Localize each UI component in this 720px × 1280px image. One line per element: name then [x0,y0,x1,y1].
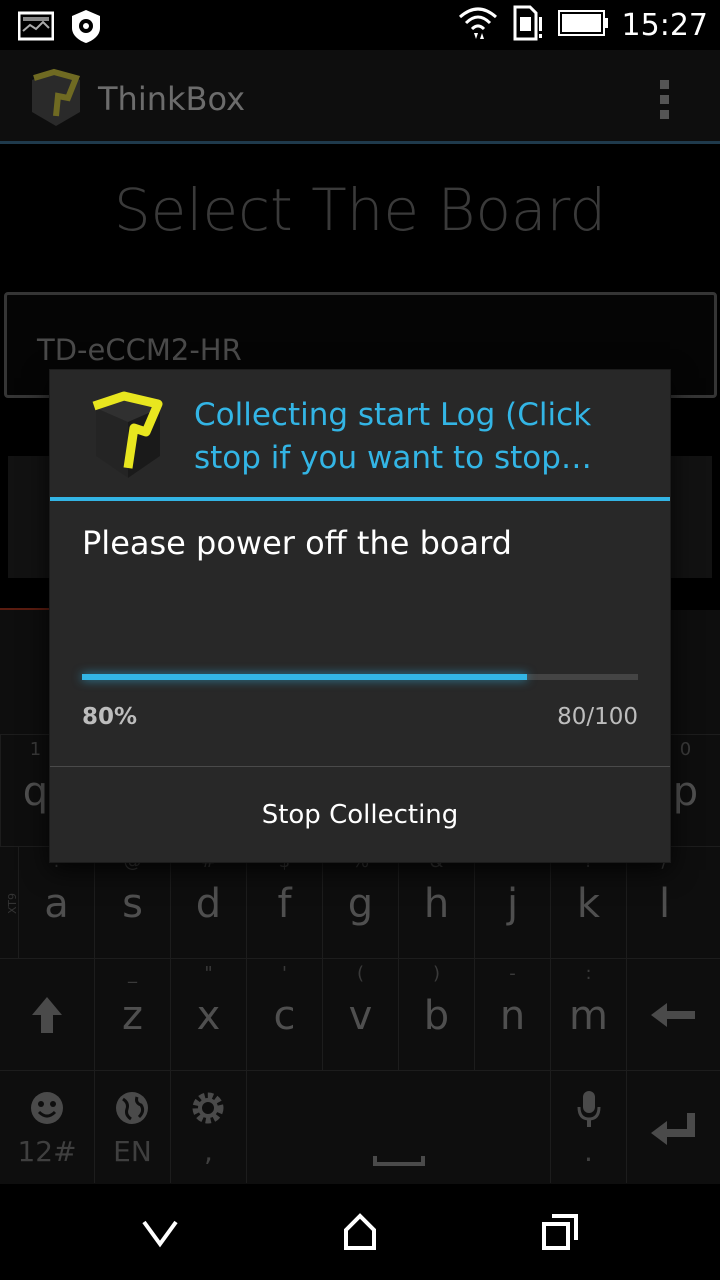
space-bar-icon [373,1151,425,1170]
keyboard-settings-key[interactable]: , [170,1071,246,1183]
key-c[interactable]: ' c [246,959,322,1071]
navigation-bar [0,1184,720,1280]
mic-alt-label: . [584,1135,593,1168]
backspace-key[interactable] [626,959,720,1071]
enter-icon [651,1111,695,1151]
key-f[interactable]: $f [246,847,322,959]
stop-collecting-button[interactable]: Stop Collecting [50,767,670,862]
thinkbox-logo-icon [88,390,168,486]
dialog-header: Collecting start Log (Click stop if you … [50,370,670,498]
microphone-icon [577,1089,601,1133]
status-time: 15:27 [621,7,708,43]
progress-dialog: Collecting start Log (Click stop if you … [50,370,670,862]
emoji-symbols-key[interactable]: 12# [0,1071,94,1183]
image-notification-icon [17,11,55,45]
key-x[interactable]: " x [170,959,246,1071]
backspace-icon [651,1001,695,1033]
progress-percent: 80% [82,704,138,730]
thinkbox-logo-icon [28,68,84,132]
progress-count: 80/100 [557,704,638,730]
settings-notification-icon [68,8,104,48]
dialog-title: Collecting start Log (Click stop if you … [194,397,592,476]
smiley-icon [30,1091,64,1129]
language-key[interactable]: EN [94,1071,170,1183]
dialog-title-divider [50,497,670,501]
globe-icon [115,1091,149,1129]
back-icon[interactable] [140,1212,180,1252]
key-j[interactable]: *j [474,847,550,959]
language-label: EN [113,1135,152,1168]
symbols-label: 12# [17,1135,77,1168]
key-d[interactable]: #d [170,847,246,959]
voice-key[interactable]: . [550,1071,626,1183]
key-h[interactable]: &h [398,847,474,959]
key-l[interactable]: /l [626,847,702,959]
overflow-menu-icon[interactable] [660,80,670,125]
key-m[interactable]: :m [550,959,626,1071]
key-s[interactable]: @s [94,847,170,959]
board-selector-value: TD-eCCM2-HR [37,333,242,367]
space-key[interactable] [246,1071,550,1183]
progress-bar [82,674,638,680]
progress-bar-fill [82,674,527,680]
key-v[interactable]: (v [322,959,398,1071]
key-n[interactable]: -n [474,959,550,1071]
dialog-message: Please power off the board [82,524,512,562]
keyboard-row-2: XT9 !a @s #d $f %g &h *j ?k /l [0,846,720,959]
key-k[interactable]: ?k [550,847,626,959]
action-bar: ThinkBox [0,50,720,144]
app-title: ThinkBox [98,80,246,118]
keyboard-row-3: _ z " x ' c (v ) b -n :m [0,958,720,1071]
key-g[interactable]: %g [322,847,398,959]
home-icon[interactable] [340,1212,380,1252]
key-a[interactable]: !a [18,847,94,959]
gear-icon [191,1091,225,1129]
shift-key[interactable] [0,959,94,1071]
shift-icon [30,995,64,1039]
key-b[interactable]: ) b [398,959,474,1071]
status-bar: 15:27 [0,0,720,50]
battery-icon [557,10,608,40]
key-z[interactable]: _ z [94,959,170,1071]
settings-alt-label: , [204,1135,213,1168]
keyboard-row-4: 12# EN , . [0,1070,720,1183]
page-heading: Select The Board [113,176,607,244]
enter-key[interactable] [626,1071,720,1183]
sim-alert-icon [512,5,544,45]
recents-icon[interactable] [540,1212,580,1252]
wifi-icon [458,5,498,45]
